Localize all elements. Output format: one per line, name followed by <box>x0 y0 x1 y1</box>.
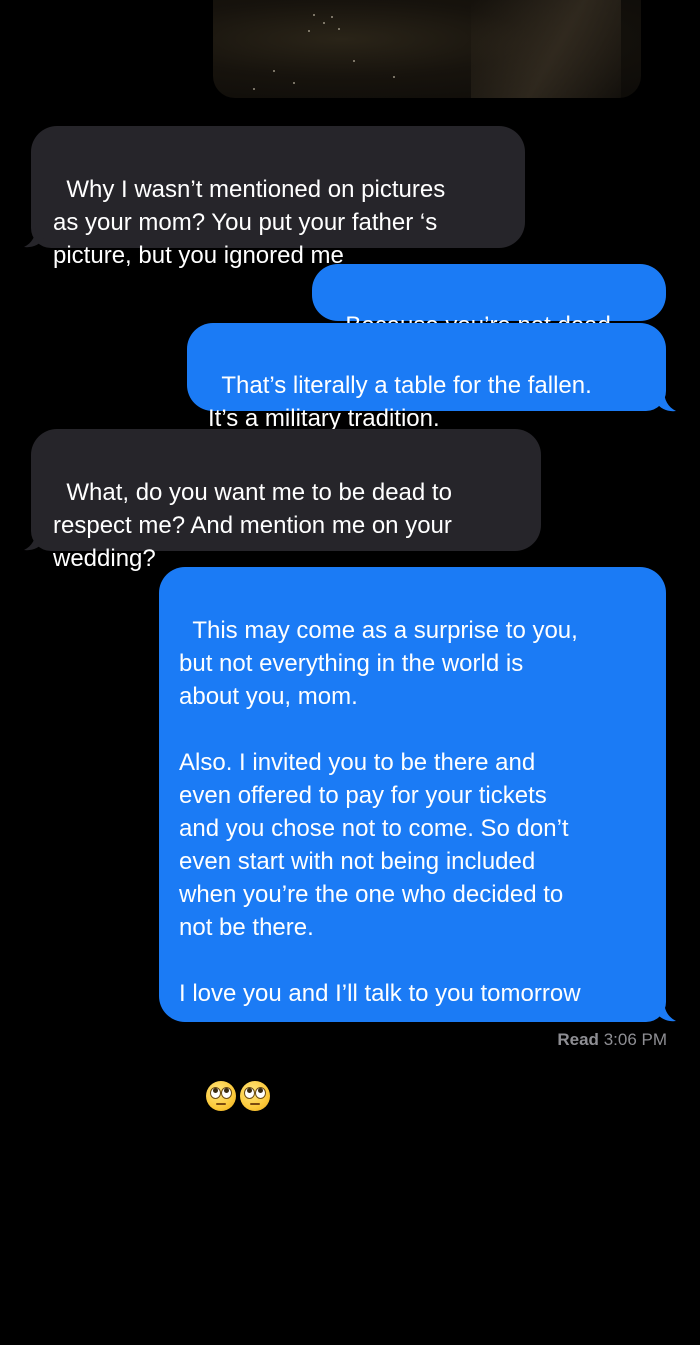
photo-speck <box>353 60 355 62</box>
face-with-rolling-eyes-icon <box>239 1080 270 1111</box>
received-bubble-tail <box>24 226 44 248</box>
photo-speck <box>308 30 310 32</box>
message-text: That’s literally a table for the fallen.… <box>208 372 592 432</box>
photo-speck <box>253 88 255 90</box>
read-time: 3:06 PM <box>603 1030 667 1049</box>
sent-bubble-tail <box>656 390 676 412</box>
read-receipt: Read 3:06 PM <box>557 1030 667 1050</box>
received-message-bubble[interactable]: Why I wasn’t mentioned on pictures as yo… <box>31 126 525 269</box>
read-label: Read <box>557 1030 599 1049</box>
emoji-row <box>179 1045 644 1144</box>
sent-message-bubble[interactable]: This may come as a surprise to you, but … <box>159 567 666 1111</box>
photo-speck <box>273 70 275 72</box>
photo-speck <box>313 14 315 16</box>
message-text: What, do you want me to be dead to respe… <box>53 479 452 572</box>
face-with-rolling-eyes-icon <box>205 1080 236 1111</box>
message-text: Why I wasn’t mentioned on pictures as yo… <box>53 176 446 269</box>
sent-bubble-tail <box>656 1000 676 1022</box>
photo-speck <box>323 22 325 24</box>
photo-speck <box>393 76 395 78</box>
photo-speck <box>293 82 295 84</box>
sent-message-bubble[interactable]: Because you’re not dead <box>312 264 666 339</box>
received-message-bubble[interactable]: What, do you want me to be dead to respe… <box>31 429 541 572</box>
received-bubble-tail <box>24 529 44 551</box>
photo-speck <box>331 16 333 18</box>
photo-highlight <box>471 0 621 98</box>
photo-speck <box>338 28 340 30</box>
photo-attachment[interactable] <box>213 0 641 98</box>
sent-message-bubble[interactable]: That’s literally a table for the fallen.… <box>187 323 666 432</box>
message-text: This may come as a surprise to you, but … <box>179 617 581 1007</box>
